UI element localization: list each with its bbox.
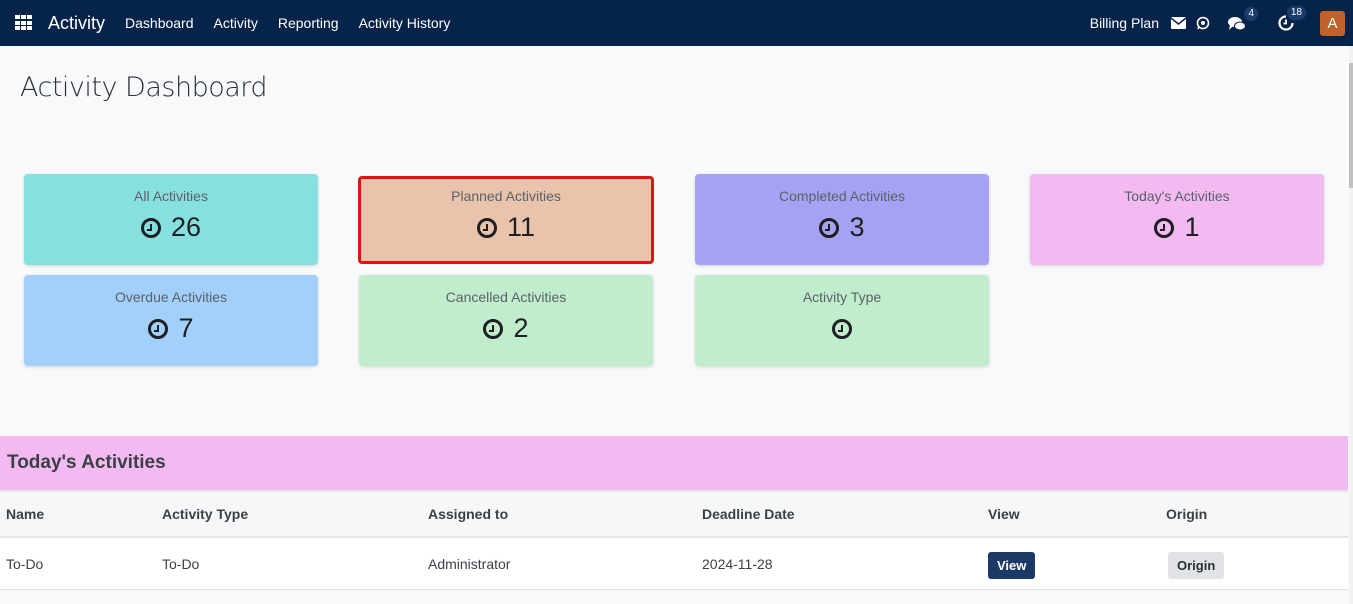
billing-plan-link[interactable]: Billing Plan [1090,15,1159,31]
top-navbar: Activity Dashboard Activity Reporting Ac… [0,0,1353,46]
card-planned-activities[interactable]: Planned Activities 11 [358,176,654,264]
card-value: 3 [849,212,865,242]
clock-icon [140,217,161,238]
activity-clock-icon[interactable]: 18 [1278,6,1306,31]
app-grid-icon[interactable] [15,15,33,31]
activity-badge: 18 [1286,6,1306,20]
card-value: 11 [506,212,536,242]
scrollbar-thumb[interactable] [1349,63,1353,188]
card-activity-type[interactable]: Activity Type [695,275,989,366]
envelope-icon[interactable] [1171,17,1186,29]
clock-icon [483,318,504,339]
table-header: Name Activity Type Assigned to Deadline … [0,490,1348,538]
column-header-activity-type: Activity Type [162,506,249,522]
nav-activity-history[interactable]: Activity History [349,15,461,31]
card-value: 1 [1184,212,1200,242]
column-header-view: View [988,506,1020,522]
card-cancelled-activities[interactable]: Cancelled Activities 2 [359,275,653,366]
nav-reporting[interactable]: Reporting [268,15,349,31]
cell-deadline: 2024-11-28 [702,555,773,572]
whatsapp-icon[interactable] [1196,16,1210,30]
chat-icon[interactable]: 4 [1228,6,1258,31]
chat-badge: 4 [1244,6,1258,21]
cell-activity-type: To-Do [162,555,200,572]
card-todays-activities[interactable]: Today's Activities 1 [1030,174,1324,265]
card-title: Cancelled Activities [445,289,567,305]
origin-button[interactable]: Origin [1168,552,1225,579]
clock-icon [476,217,497,238]
clock-icon [148,318,169,339]
page-scrollbar[interactable] [1349,46,1353,604]
cell-assigned-to: Administrator [428,555,511,572]
card-value: 26 [170,212,202,242]
nav-dashboard[interactable]: Dashboard [115,15,204,31]
column-header-origin: Origin [1166,506,1208,522]
column-header-assigned-to: Assigned to [428,506,509,522]
user-avatar[interactable]: A [1320,10,1345,36]
table-row: To-Do To-Do Administrator 2024-11-28 Vie… [0,538,1348,590]
clock-icon [819,217,840,238]
card-title: Completed Activities [778,188,906,204]
page-title: Activity Dashboard [20,72,268,103]
column-header-name: Name [6,506,45,522]
todays-activities-heading: Today's Activities [0,436,1348,490]
card-title: Today's Activities [1124,188,1230,204]
card-title: Planned Activities [451,188,561,204]
app-brand[interactable]: Activity [48,13,105,34]
card-value: 2 [513,313,529,343]
card-overdue-activities[interactable]: Overdue Activities 7 [24,275,318,366]
card-completed-activities[interactable]: Completed Activities 3 [695,174,989,265]
cell-name: To-Do [6,555,44,572]
card-title: Overdue Activities [114,289,228,305]
nav-activity[interactable]: Activity [204,15,268,31]
card-title: All Activities [134,188,208,204]
card-title: Activity Type [802,289,882,305]
clock-icon [832,319,852,339]
card-value: 7 [178,313,194,343]
todays-activities-table: Name Activity Type Assigned to Deadline … [0,490,1348,590]
column-header-deadline-date: Deadline Date [702,506,795,522]
clock-icon [1154,217,1175,238]
navbar-systray: Billing Plan 4 18 A [1090,0,1353,46]
card-all-activities[interactable]: All Activities 26 [24,174,318,265]
view-button[interactable]: View [988,552,1036,579]
